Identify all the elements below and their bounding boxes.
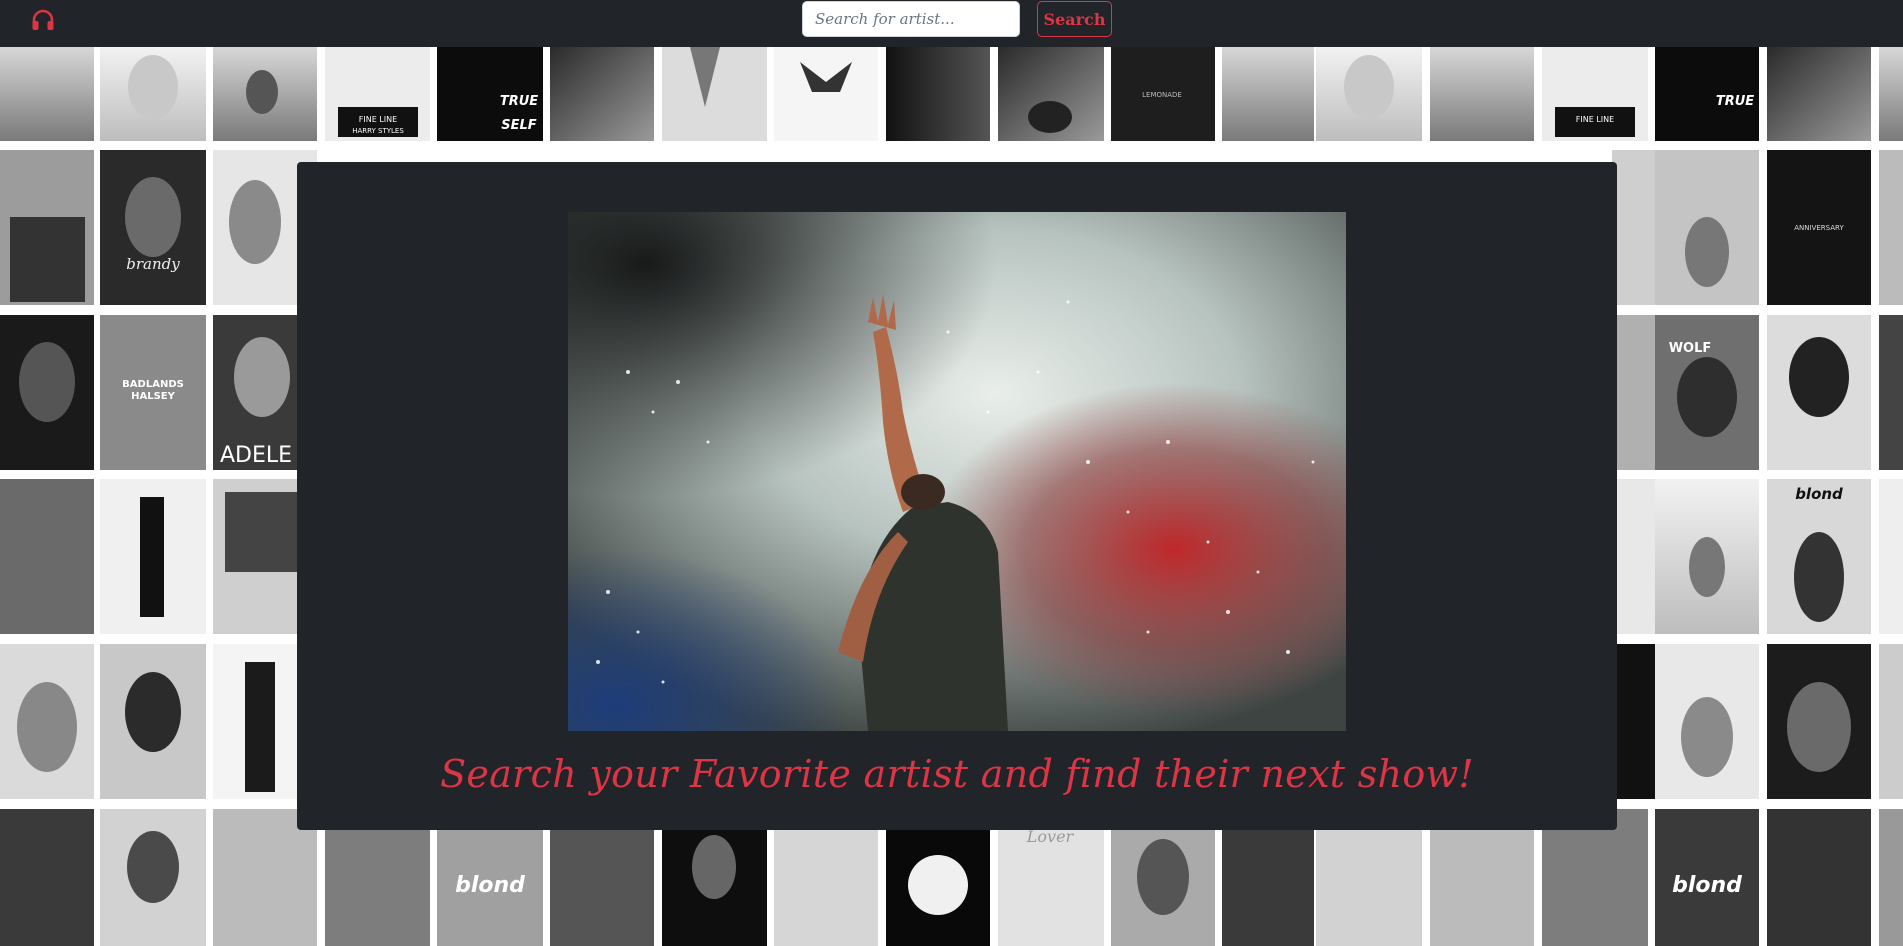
search-button[interactable]: Search	[1037, 1, 1112, 37]
svg-text:ADELE: ADELE	[220, 443, 292, 468]
svg-text:TRUE: TRUE	[1716, 94, 1754, 109]
svg-text:brandy: brandy	[126, 255, 180, 273]
search-form: Search	[802, 0, 1112, 47]
svg-text:SELF: SELF	[501, 118, 537, 133]
svg-text:HALSEY: HALSEY	[131, 391, 176, 402]
svg-text:blond: blond	[1795, 485, 1843, 503]
navbar: Search	[0, 0, 1903, 47]
cover-row-1: FINE LINE HARRY STYLES TRUE SELF LEMONAD…	[0, 47, 1903, 141]
svg-text:ANNIVERSARY: ANNIVERSARY	[1794, 224, 1844, 232]
svg-text:FINE LINE: FINE LINE	[359, 115, 397, 124]
search-input[interactable]	[802, 1, 1020, 37]
svg-text:WOLF: WOLF	[1669, 341, 1712, 356]
headphones-icon[interactable]	[30, 8, 56, 32]
hero-card: Search your Favorite artist and find the…	[297, 162, 1617, 830]
svg-text:BADLANDS: BADLANDS	[122, 379, 184, 390]
svg-text:FINE LINE: FINE LINE	[1576, 115, 1614, 124]
svg-text:blond: blond	[455, 873, 525, 898]
svg-text:LEMONADE: LEMONADE	[1142, 91, 1182, 99]
hero-heading: Search your Favorite artist and find the…	[440, 752, 1474, 796]
concert-singer-photo	[568, 212, 1346, 731]
svg-text:TRUE: TRUE	[500, 94, 538, 109]
svg-text:blond: blond	[1672, 873, 1742, 898]
svg-text:HARRY STYLES: HARRY STYLES	[352, 127, 404, 135]
